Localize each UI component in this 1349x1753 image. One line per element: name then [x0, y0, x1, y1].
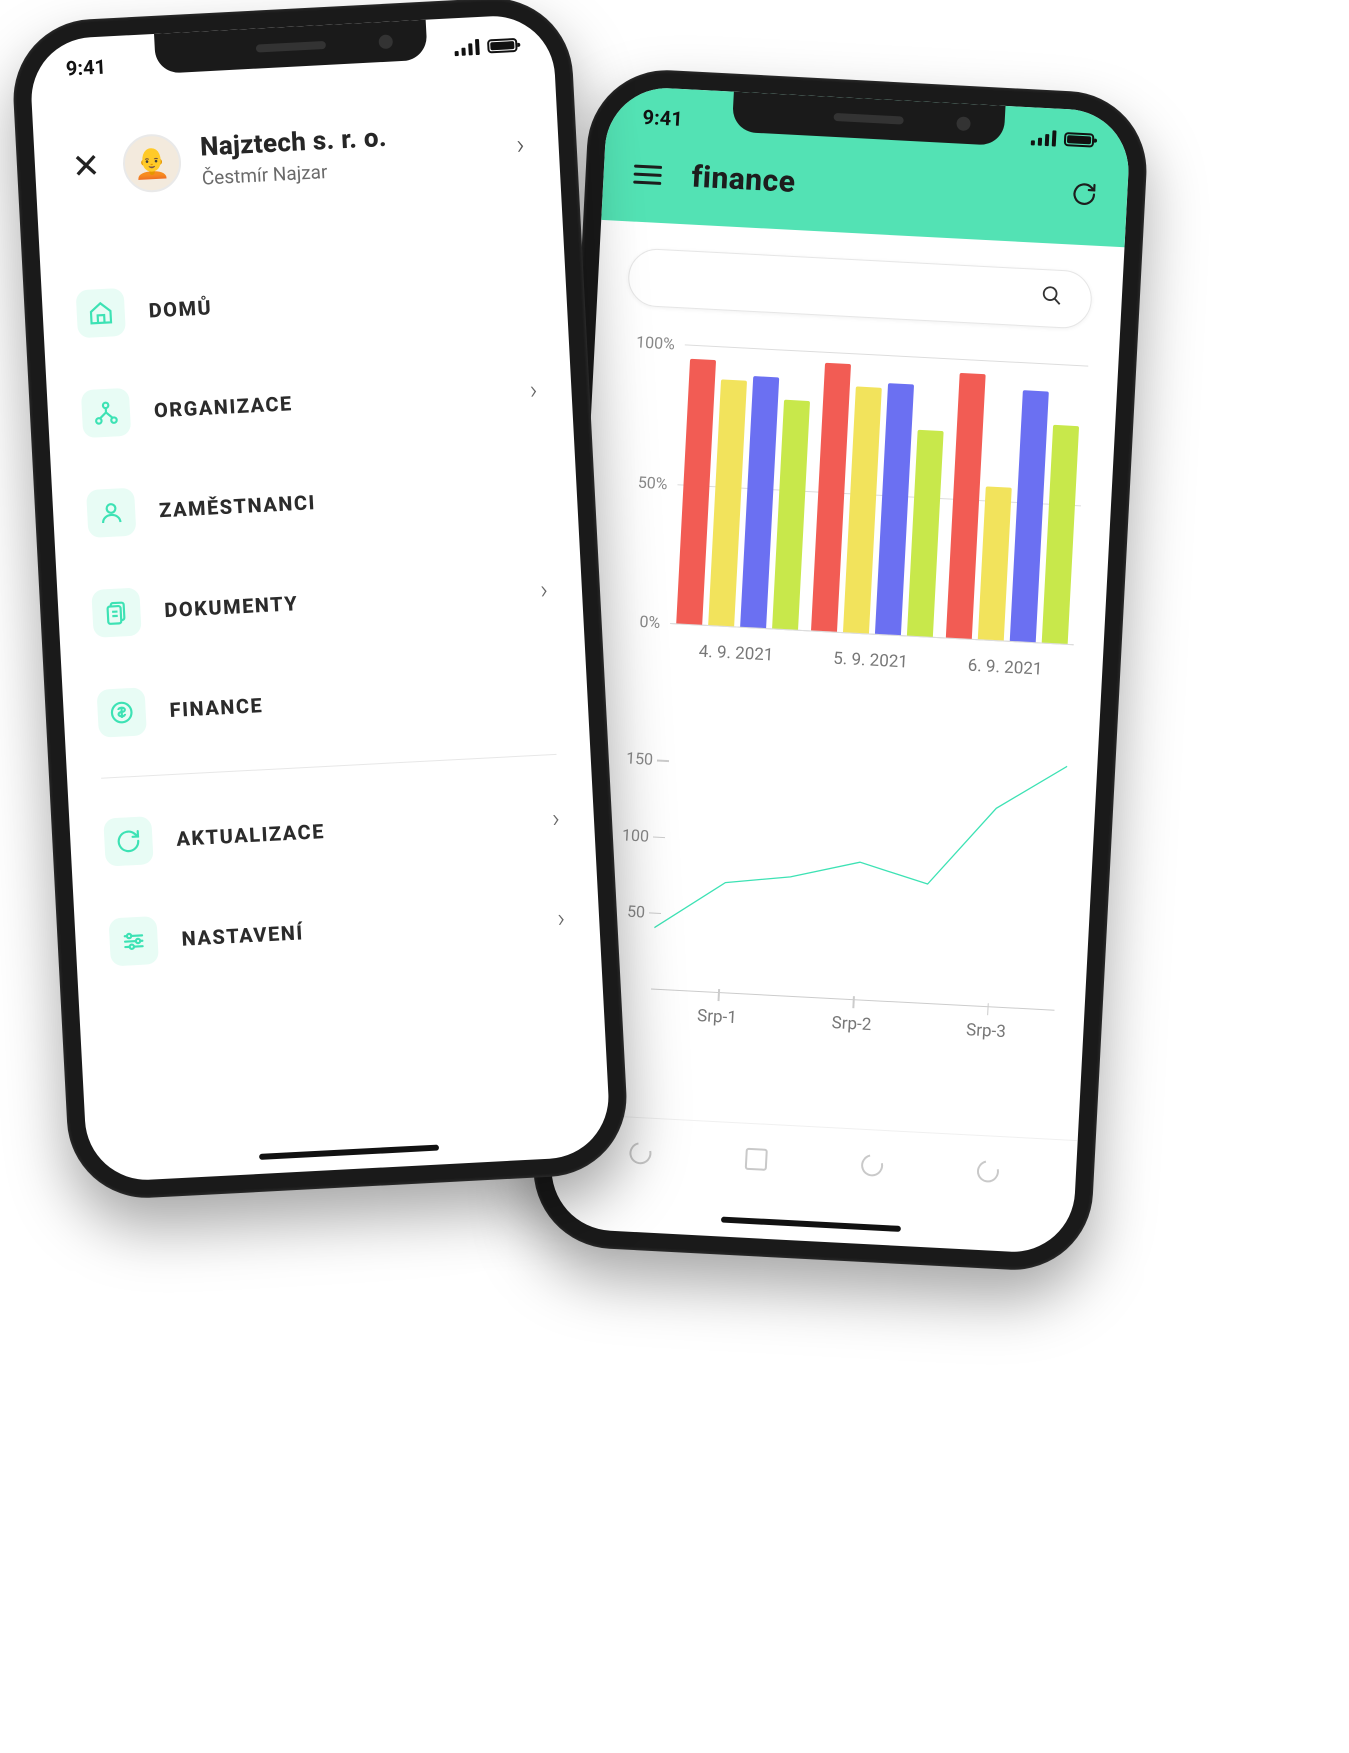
sliders-icon: [108, 916, 158, 966]
bar: [772, 400, 810, 630]
status-indicators: [1031, 125, 1095, 152]
menu-item-label: NASTAVENÍ: [181, 908, 534, 950]
battery-icon: [1064, 132, 1095, 148]
status-indicators: [454, 33, 518, 60]
bar-y-tick: 0%: [610, 610, 661, 632]
org-icon: [81, 388, 131, 438]
signal-icon: [454, 39, 480, 56]
profile-row[interactable]: ✕ 🧑‍🦲 Najztech s. r. o. Čestmír Najzar ›: [32, 83, 562, 246]
menu-list: DOMŮ ORGANIZACE › ZAMĚSTNANCI DOKUMENTY › FINA…: [39, 219, 601, 994]
phone-menu: 9:41 ✕ 🧑‍🦲 Najztech s. r. o. Čestmír Naj…: [10, 0, 631, 1202]
page-title: finance: [691, 160, 1042, 213]
profile-texts: Najztech s. r. o. Čestmír Najzar: [199, 117, 497, 189]
refresh-icon: [103, 816, 153, 866]
bar: [1041, 425, 1078, 644]
bar-x-tick: 4. 9. 2021: [668, 640, 804, 667]
close-icon[interactable]: ✕: [68, 146, 104, 188]
search-icon: [1040, 284, 1063, 313]
chevron-right-icon[interactable]: ›: [515, 127, 525, 160]
doc-icon: [91, 587, 141, 637]
menu-item-label: FINANCE: [169, 678, 554, 722]
menu-item-label: AKTUALIZACE: [176, 808, 529, 850]
notch: [154, 20, 428, 74]
bar-group: [805, 351, 954, 637]
line-chart: 50100150 Srp-1Srp-2Srp-3: [589, 727, 1068, 1045]
chevron-right-icon: ›: [557, 904, 566, 934]
screen-menu: 9:41 ✕ 🧑‍🦲 Najztech s. r. o. Čestmír Naj…: [28, 13, 611, 1183]
finance-body: 0% 50% 100% 4. 9. 20215. 9. 20216. 9. 2021…: [559, 220, 1124, 1046]
screen-finance: 9:41 finance 0% 50% 100%: [548, 85, 1131, 1255]
menu-item-label: ZAMĚSTNANCI: [159, 478, 544, 522]
person-icon: [86, 488, 136, 538]
bar-x-tick: 6. 9. 2021: [937, 654, 1073, 681]
bar: [977, 486, 1011, 641]
money-icon: [96, 687, 146, 737]
bar-y-tick: 100%: [624, 332, 675, 354]
status-time: 9:41: [642, 105, 683, 131]
bar-group: [939, 359, 1088, 645]
chevron-right-icon: ›: [551, 804, 560, 834]
home-indicator: [259, 1145, 439, 1160]
menu-item-label: ORGANIZACE: [153, 380, 506, 422]
line-series: [654, 745, 1067, 949]
battery-icon: [487, 38, 518, 54]
line-y-tick: 150: [603, 748, 654, 770]
nav-loading-icon[interactable]: [857, 1150, 887, 1180]
bar-y-tick: 50%: [617, 471, 668, 493]
menu-item-label: DOMŮ: [148, 278, 533, 322]
nav-loading-icon[interactable]: [973, 1156, 1003, 1186]
home-indicator: [721, 1217, 901, 1232]
search-input[interactable]: [627, 247, 1093, 329]
chevron-right-icon: ›: [539, 575, 548, 605]
line-x-tick: Srp-2: [784, 1011, 920, 1038]
nav-square-icon[interactable]: [745, 1148, 768, 1171]
line-x-tick: Srp-1: [649, 1004, 785, 1031]
bar: [907, 429, 944, 637]
bar-group: [670, 344, 819, 630]
bar-chart: 0%50%100% 4. 9. 20215. 9. 20216. 9. 2021: [608, 341, 1088, 681]
nav-loading-icon[interactable]: [625, 1138, 655, 1168]
chevron-right-icon: ›: [529, 375, 538, 405]
refresh-icon[interactable]: [1070, 180, 1098, 214]
signal-icon: [1031, 129, 1057, 146]
status-time: 9:41: [65, 54, 106, 80]
avatar: 🧑‍🦲: [122, 133, 183, 194]
menu-icon[interactable]: [633, 165, 662, 185]
bar-x-tick: 5. 9. 2021: [803, 647, 939, 674]
menu-item-label: DOKUMENTY: [164, 580, 517, 622]
line-x-tick: Srp-3: [918, 1018, 1054, 1045]
bottom-nav: [551, 1113, 1078, 1211]
home-icon: [76, 288, 126, 338]
